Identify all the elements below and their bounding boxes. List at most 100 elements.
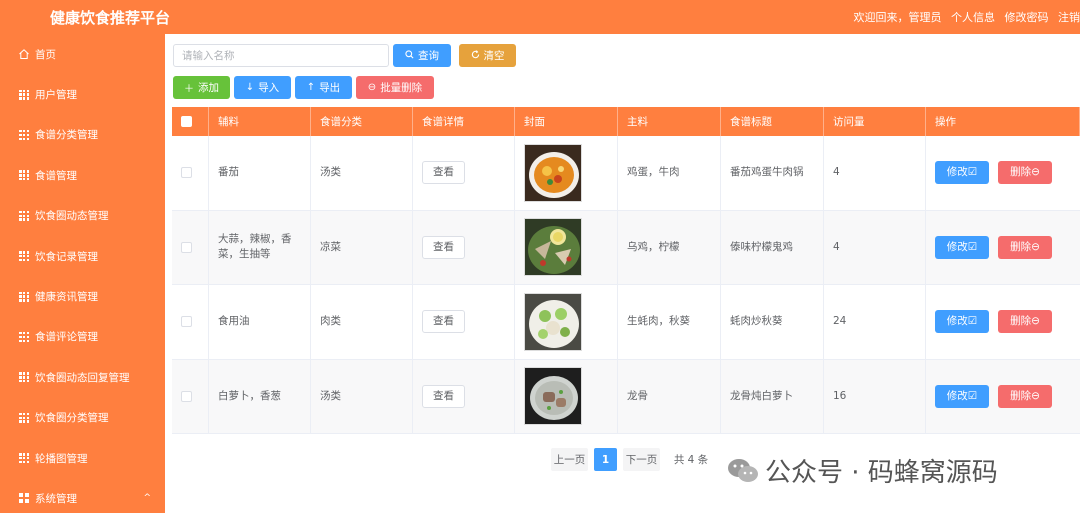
recipe-table: 辅料 食谱分类 食谱详情 封面 主料 食谱标题 访问量 操作 番茄 汤类 查看	[172, 107, 1080, 434]
row-checkbox[interactable]	[181, 241, 192, 253]
view-detail-button[interactable]: 查看	[422, 310, 465, 334]
cell-category: 汤类	[311, 359, 413, 433]
header-detail: 食谱详情	[413, 107, 515, 136]
table-row: 食用油 肉类 查看 生蚝肉，秋葵 蚝肉炒秋葵 24 修改 ☑ 删除 ⊖	[172, 285, 1080, 360]
cell-title: 龙骨炖白萝卜	[721, 359, 824, 433]
recipe-cover-image	[524, 367, 582, 426]
cell-title: 蚝肉炒秋葵	[721, 285, 824, 359]
header-category: 食谱分类	[311, 107, 413, 136]
refresh-icon	[471, 49, 480, 62]
sidebar-item-label: 食谱管理	[35, 169, 77, 182]
grid4-icon	[18, 492, 30, 504]
minus-circle-icon: ⊖	[1031, 166, 1040, 179]
plus-icon: ＋	[184, 84, 194, 95]
prev-page-button[interactable]: 上一页	[551, 448, 588, 471]
cell-fuliao: 白萝卜，香葱	[209, 359, 311, 433]
grid-icon	[18, 291, 30, 303]
sidebar-item-carousel[interactable]: 轮播图管理	[0, 438, 165, 478]
grid-icon	[18, 210, 30, 222]
grid-icon	[18, 412, 30, 424]
view-detail-button[interactable]: 查看	[422, 161, 465, 185]
sidebar-item-feed-replies[interactable]: 饮食圈动态回复管理	[0, 357, 165, 397]
delete-button[interactable]: 删除 ⊖	[998, 384, 1052, 408]
query-button[interactable]: 查询	[393, 44, 451, 67]
search-input[interactable]	[173, 44, 389, 67]
export-button[interactable]: ↑ 导出	[295, 76, 352, 99]
clear-button[interactable]: 清空	[459, 44, 516, 67]
sidebar-item-label: 首页	[35, 48, 56, 61]
edit-button[interactable]: 修改 ☑	[935, 161, 989, 185]
edit-button[interactable]: 修改 ☑	[935, 235, 989, 259]
sidebar-item-home[interactable]: 首页	[0, 34, 165, 74]
sidebar-item-system[interactable]: 系统管理 ^	[0, 478, 165, 513]
sidebar-item-label: 用户管理	[35, 89, 77, 102]
cell-title: 番茄鸡蛋牛肉锅	[721, 136, 824, 210]
import-button[interactable]: ↓ 导入	[234, 76, 291, 99]
row-checkbox[interactable]	[181, 167, 192, 179]
search-icon	[405, 49, 414, 62]
select-all-checkbox[interactable]	[181, 116, 192, 127]
header-zhuliao: 主料	[618, 107, 721, 136]
welcome-text: 欢迎回来，管理员	[853, 11, 942, 24]
sidebar-item-feed-category[interactable]: 饮食圈分类管理	[0, 398, 165, 438]
minus-circle-icon: ⊖	[1031, 389, 1040, 402]
edit-button[interactable]: 修改 ☑	[935, 310, 989, 334]
app-title: 健康饮食推荐平台	[50, 9, 171, 27]
change-password-link[interactable]: 修改密码	[1005, 11, 1049, 24]
watermark-text: 公众号 · 码蜂窝源码	[765, 458, 998, 488]
cell-visits: 4	[824, 136, 926, 210]
sidebar-item-label: 食谱评论管理	[35, 331, 98, 344]
delete-button[interactable]: 删除 ⊖	[998, 310, 1052, 334]
sidebar-item-recipe-comments[interactable]: 食谱评论管理	[0, 317, 165, 357]
view-detail-button[interactable]: 查看	[422, 384, 465, 408]
page-number-current[interactable]: 1	[594, 448, 617, 471]
sidebar-item-recipe-category[interactable]: 食谱分类管理	[0, 115, 165, 155]
cell-category: 汤类	[311, 136, 413, 210]
row-checkbox[interactable]	[181, 316, 192, 328]
recipe-cover-image	[524, 218, 582, 277]
edit-button[interactable]: 修改 ☑	[935, 384, 989, 408]
header-actions: 操作	[926, 107, 1080, 136]
grid-icon	[18, 371, 30, 383]
sidebar-item-label: 饮食记录管理	[35, 250, 98, 263]
wechat-icon	[727, 457, 759, 485]
add-button[interactable]: ＋ 添加	[173, 76, 230, 99]
table-row: 番茄 汤类 查看 鸡蛋，牛肉 番茄鸡蛋牛肉锅 4 修改 ☑ 删除 ⊖	[172, 136, 1080, 211]
sidebar-item-recipes[interactable]: 食谱管理	[0, 155, 165, 195]
top-bar: 健康饮食推荐平台 欢迎回来，管理员 个人信息 修改密码 注销	[0, 0, 1080, 34]
sidebar: 首页 用户管理 食谱分类管理 食谱管理 饮食圈动态管理 饮食记录管理 健康资讯管…	[0, 34, 165, 513]
next-page-button[interactable]: 下一页	[623, 448, 660, 471]
cell-category: 凉菜	[311, 210, 413, 284]
profile-link[interactable]: 个人信息	[951, 11, 995, 24]
chevron-up-icon: ^	[143, 493, 151, 504]
main-content: 查询 清空 ＋ 添加 ↓ 导入 ↑ 导出 ⊖ 批量删除 辅料 食谱分类 食谱详情…	[165, 34, 1080, 513]
table-row: 白萝卜，香葱 汤类 查看 龙骨 龙骨炖白萝卜 16 修改 ☑ 删除 ⊖	[172, 359, 1080, 434]
batch-delete-button[interactable]: ⊖ 批量删除	[356, 76, 434, 99]
cell-zhuliao: 鸡蛋，牛肉	[618, 136, 721, 210]
logout-link[interactable]: 注销	[1058, 11, 1080, 24]
sidebar-item-label: 饮食圈动态回复管理	[35, 371, 130, 384]
header-fuliao: 辅料	[209, 107, 311, 136]
sidebar-item-label: 系统管理	[35, 492, 77, 505]
header-visits: 访问量	[824, 107, 926, 136]
sidebar-item-diet-records[interactable]: 饮食记录管理	[0, 236, 165, 276]
row-checkbox[interactable]	[181, 390, 192, 402]
recipe-cover-image	[524, 292, 582, 351]
minus-circle-icon: ⊖	[1031, 315, 1040, 328]
watermark: 公众号 · 码蜂窝源码	[727, 452, 998, 489]
cell-zhuliao: 生蚝肉，秋葵	[618, 285, 721, 359]
grid-icon	[18, 169, 30, 181]
delete-button[interactable]: 删除 ⊖	[998, 161, 1052, 185]
sidebar-item-users[interactable]: 用户管理	[0, 74, 165, 114]
delete-button[interactable]: 删除 ⊖	[998, 235, 1052, 259]
sidebar-item-health-news[interactable]: 健康资讯管理	[0, 276, 165, 316]
edit-icon: ☑	[967, 166, 978, 179]
cell-fuliao: 食用油	[209, 285, 311, 359]
grid-icon	[18, 129, 30, 141]
view-detail-button[interactable]: 查看	[422, 235, 465, 259]
cell-fuliao: 大蒜，辣椒，香菜，生抽等	[209, 210, 311, 284]
sidebar-item-diet-feed[interactable]: 饮食圈动态管理	[0, 196, 165, 236]
cell-fuliao: 番茄	[209, 136, 311, 210]
home-icon	[18, 48, 30, 60]
arrow-up-icon: ↑	[306, 82, 316, 93]
